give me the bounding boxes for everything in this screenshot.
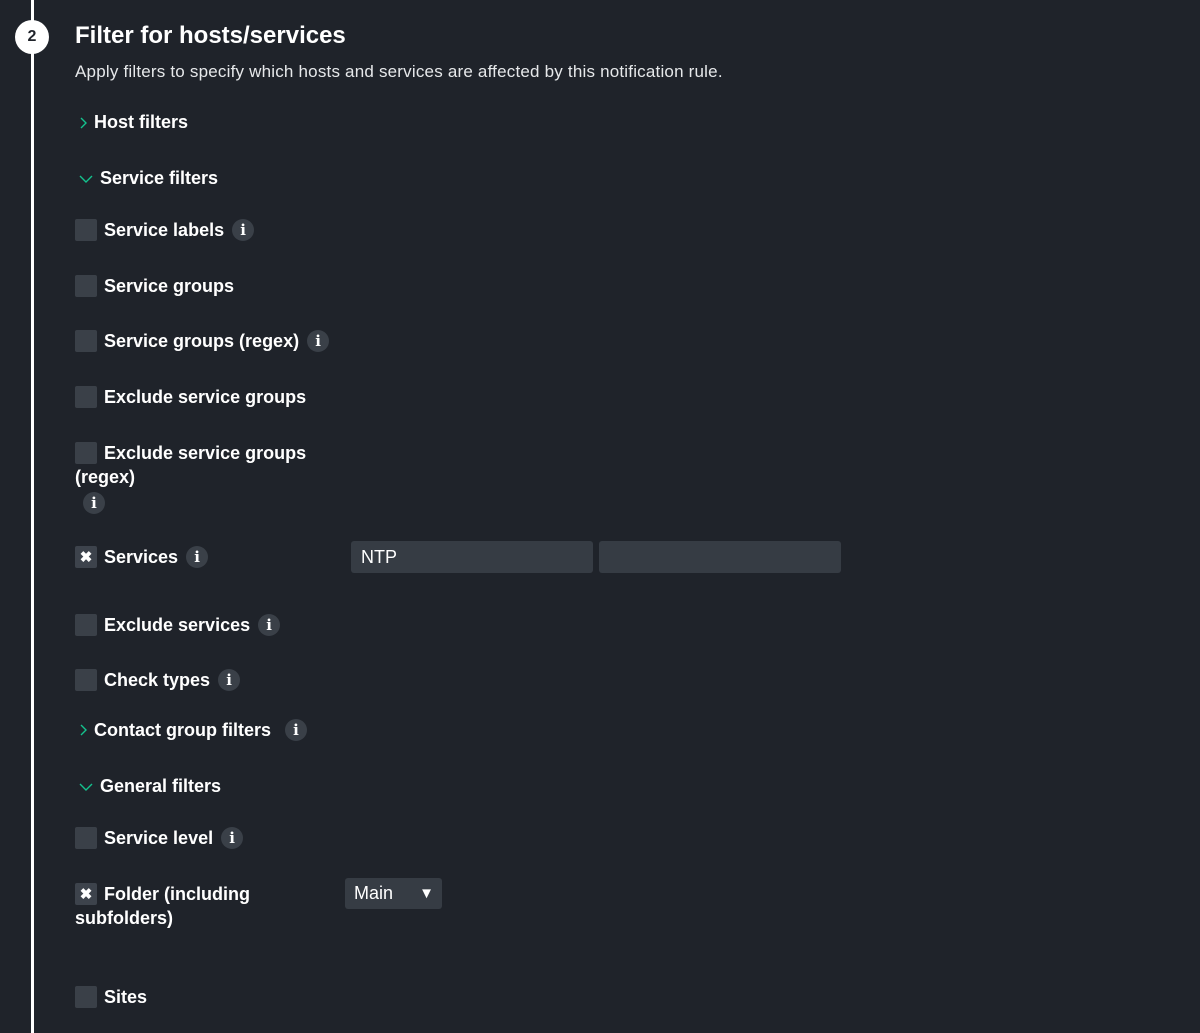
service-level-label: Service level [104, 827, 214, 848]
services-pattern-input-1[interactable] [351, 541, 593, 573]
dropdown-arrow-icon: ▼ [419, 885, 434, 902]
folder-label-line2: subfolders) [75, 908, 174, 928]
service-filters-label: Service filters [100, 168, 219, 188]
check-types-option: Check types i [75, 669, 241, 691]
info-icon[interactable]: i [221, 827, 244, 849]
service-groups-option: Service groups [75, 275, 234, 297]
folder-option: ✖ Folder (including subfolders) [75, 883, 250, 931]
exclude-service-groups-regex-option: Exclude service groups (regex) i [75, 442, 306, 514]
service-labels-option: Service labels i [75, 219, 255, 241]
check-types-checkbox[interactable] [75, 669, 97, 691]
folder-select-value: Main [354, 883, 394, 903]
service-groups-label: Service groups [104, 275, 235, 296]
info-icon[interactable]: i [232, 219, 255, 241]
exclude-service-groups-checkbox[interactable] [75, 386, 97, 408]
exclude-service-groups-option: Exclude service groups [75, 386, 306, 408]
chevron-right-icon [78, 723, 88, 737]
sites-option: Sites [75, 986, 147, 1008]
contact-group-filters-label: Contact group filters [94, 719, 272, 740]
services-checkbox[interactable]: ✖ [75, 546, 97, 568]
section-title: Filter for hosts/services [75, 22, 346, 49]
service-level-option: Service level i [75, 827, 244, 849]
service-labels-label: Service labels [104, 219, 225, 240]
info-icon[interactable]: i [307, 330, 330, 352]
contact-group-filters-toggle[interactable]: Contact group filters i [78, 719, 308, 741]
general-filters-label: General filters [100, 776, 222, 796]
info-icon[interactable]: i [258, 614, 281, 636]
service-filters-toggle[interactable]: Service filters [78, 168, 218, 189]
service-level-checkbox[interactable] [75, 827, 97, 849]
check-types-label: Check types [104, 669, 211, 690]
service-labels-checkbox[interactable] [75, 219, 97, 241]
services-option: ✖ Services i [75, 546, 209, 568]
chevron-down-icon [78, 782, 94, 792]
exclude-services-label: Exclude services [104, 614, 251, 635]
chevron-down-icon [78, 174, 94, 184]
folder-checkbox[interactable]: ✖ [75, 883, 97, 905]
sites-checkbox[interactable] [75, 986, 97, 1008]
exclude-service-groups-regex-label-line1: Exclude service groups [104, 442, 307, 463]
exclude-services-checkbox[interactable] [75, 614, 97, 636]
host-filters-label: Host filters [94, 112, 189, 132]
section-description: Apply filters to specify which hosts and… [75, 62, 723, 81]
service-groups-regex-label: Service groups (regex) [104, 330, 300, 351]
exclude-service-groups-regex-checkbox[interactable] [75, 442, 97, 464]
info-icon[interactable]: i [285, 719, 308, 741]
exclude-service-groups-regex-label-line2: (regex) [75, 467, 136, 487]
folder-select[interactable]: Main ▼ [345, 878, 442, 909]
services-pattern-input-2[interactable] [599, 541, 841, 573]
folder-label-line1: Folder (including [104, 883, 250, 904]
info-icon[interactable]: i [186, 546, 209, 568]
sites-label: Sites [104, 986, 148, 1007]
info-icon[interactable]: i [83, 492, 105, 514]
exclude-service-groups-label: Exclude service groups [104, 386, 307, 407]
step-number-badge: 2 [15, 20, 49, 54]
general-filters-toggle[interactable]: General filters [78, 776, 221, 797]
host-filters-toggle[interactable]: Host filters [78, 112, 188, 133]
chevron-right-icon [78, 116, 88, 130]
exclude-services-option: Exclude services i [75, 614, 281, 636]
service-groups-regex-checkbox[interactable] [75, 330, 97, 352]
info-icon[interactable]: i [218, 669, 241, 691]
step-timeline-line [31, 0, 34, 1033]
service-groups-regex-option: Service groups (regex) i [75, 330, 330, 352]
service-groups-checkbox[interactable] [75, 275, 97, 297]
services-label: Services [104, 546, 179, 567]
